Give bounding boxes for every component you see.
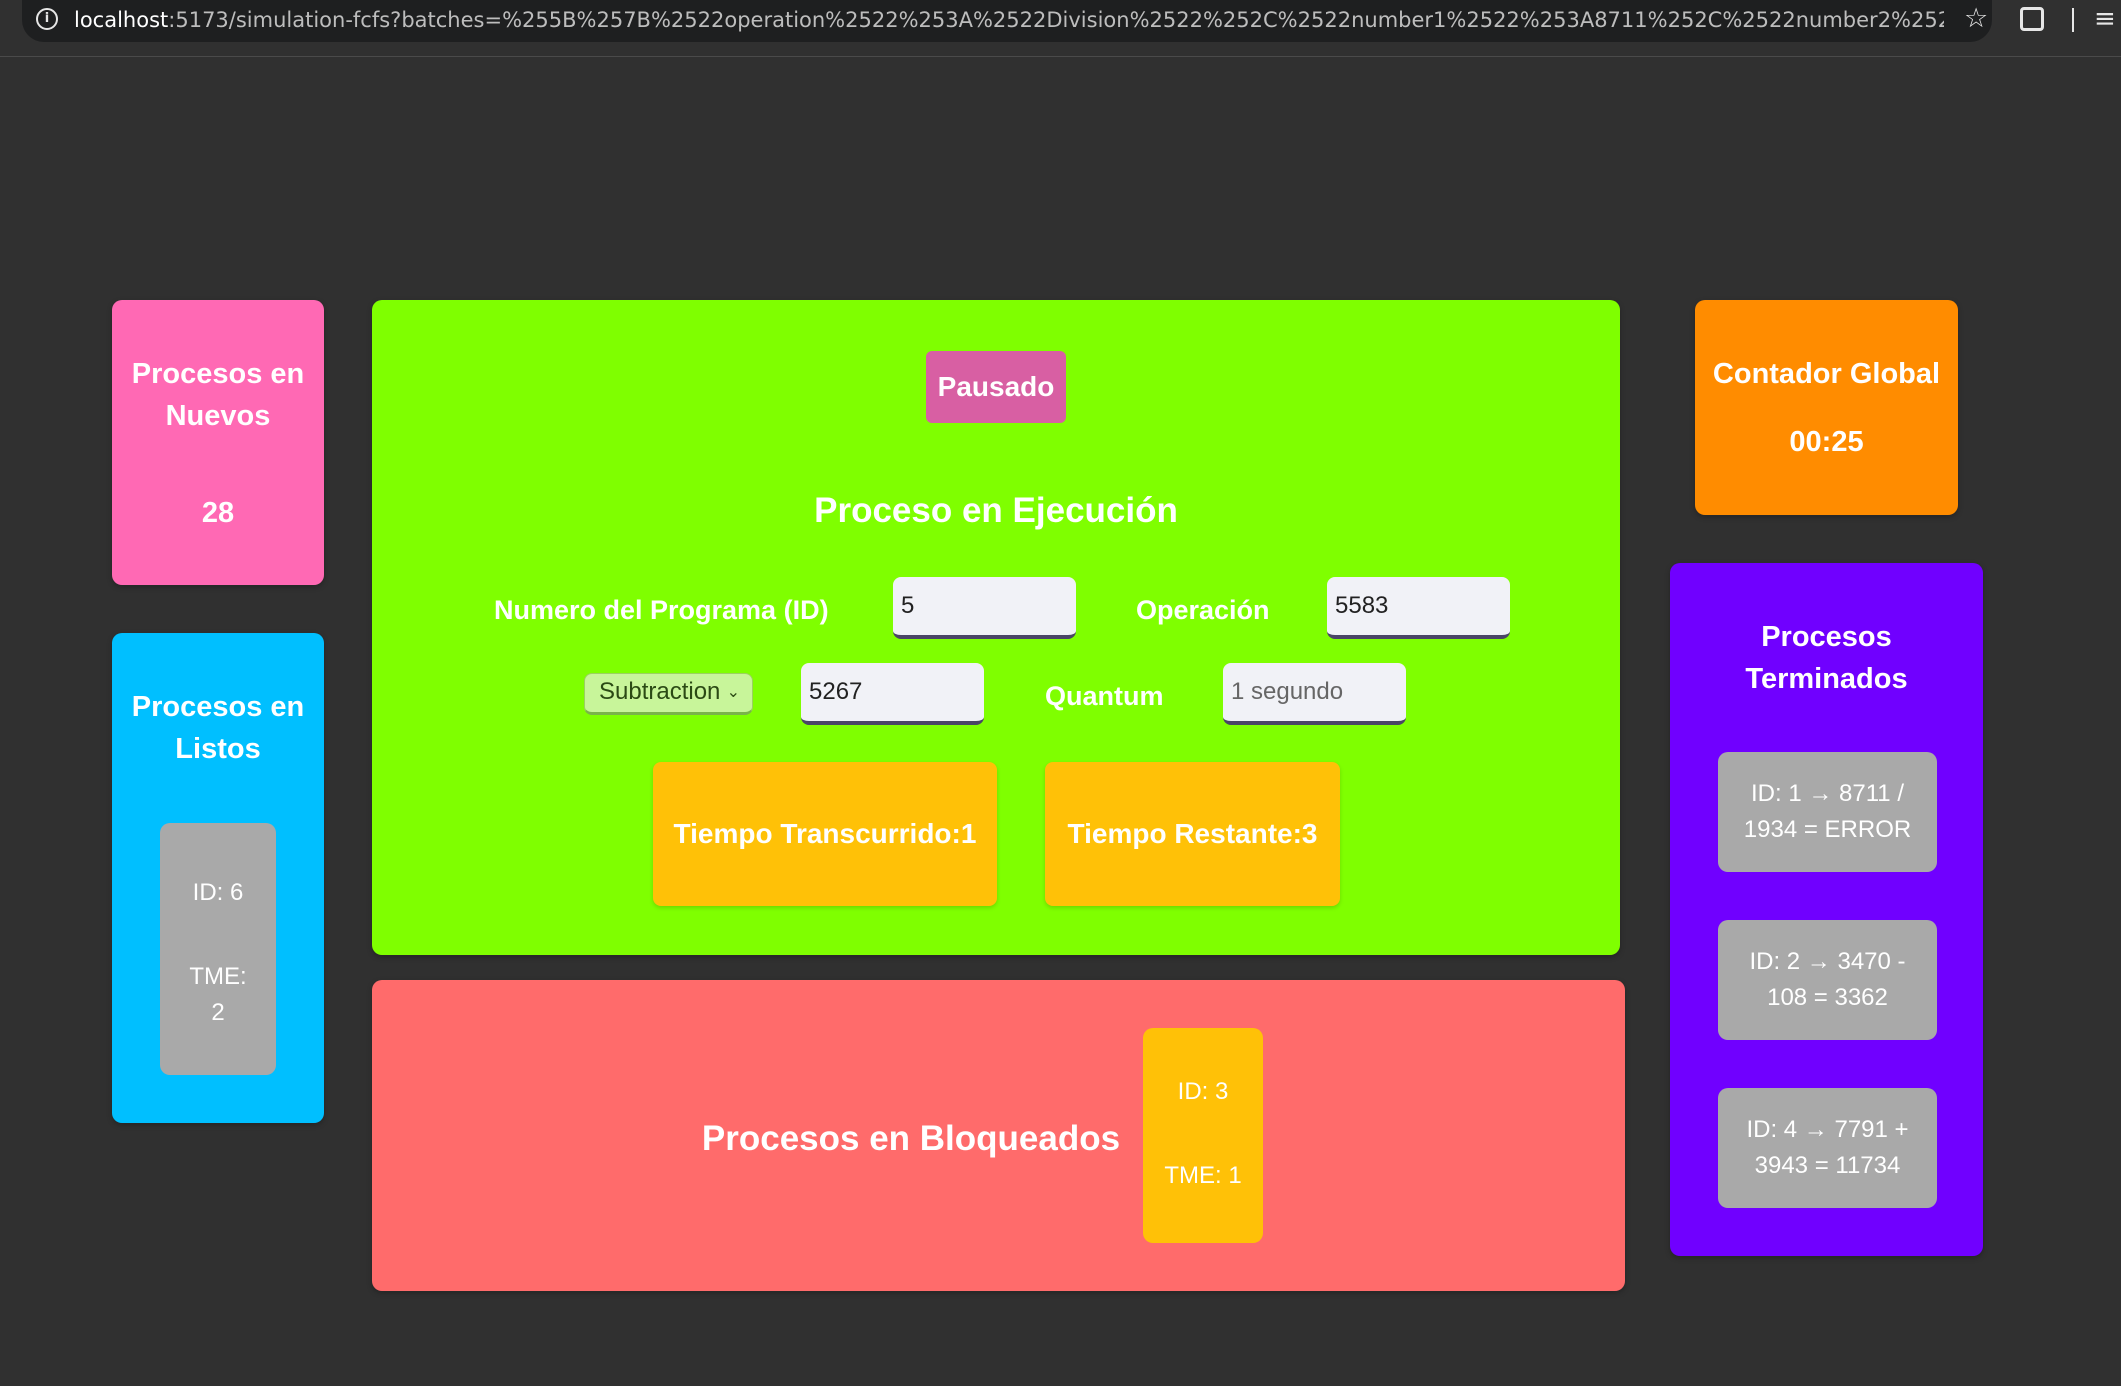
ready-process-id: ID: 6 [192,879,244,906]
url-host: localhost [74,8,169,32]
extensions-icon[interactable] [2020,7,2044,31]
blocked-processes-title: Procesos en Bloqueados [701,1119,1121,1158]
toolbar-divider [2072,8,2074,32]
finished-process-line1: ID: 4 → 7791 + [1746,1116,1909,1143]
ready-processes-panel: Procesos en Listos ID: 6 TME: 2 [112,633,324,1123]
finished-process-card: ID: 2 → 3470 - 108 = 3362 [1718,920,1937,1040]
finished-processes-panel: Procesos Terminados ID: 1 → 8711 / 1934 … [1670,563,1983,1256]
ready-processes-title: Procesos en Listos [131,691,305,765]
remaining-time-box: Tiempo Restante:3 [1045,762,1340,906]
blocked-process-card: ID: 3 TME: 1 [1143,1028,1263,1243]
finished-processes-title: Procesos Terminados [1745,621,1908,695]
chevron-down-icon: ⌄ [726,684,740,701]
quantum-label: Quantum [1045,681,1164,711]
running-process-panel: Pausado Proceso en Ejecución Numero del … [372,300,1620,955]
star-icon[interactable]: ☆ [1964,3,1988,35]
blocked-process-tme: TME: 1 [1164,1162,1242,1189]
ready-process-tme: TME: 2 [189,963,247,1026]
elapsed-time-box: Tiempo Transcurrido:1 [653,762,997,906]
blocked-process-id: ID: 3 [1177,1078,1229,1105]
new-processes-panel: Procesos en Nuevos 28 [112,300,324,585]
finished-process-card: ID: 4 → 7791 + 3943 = 11734 [1718,1088,1937,1208]
global-counter-time: 00:25 [1789,426,1864,458]
info-icon[interactable]: i [36,8,58,30]
url-text[interactable]: localhost:5173/simulation-fcfs?batches=%… [74,6,1944,34]
running-process-title: Proceso en Ejecución [814,491,1178,530]
finished-process-card: ID: 1 → 8711 / 1934 = ERROR [1718,752,1937,872]
program-id-label: Numero del Programa (ID) [494,595,829,625]
finished-process-line2: 1934 = ERROR [1743,816,1912,843]
finished-process-line2: 108 = 3362 [1767,984,1888,1011]
quantum-input[interactable] [1223,663,1406,725]
finished-process-line1: ID: 2 → 3470 - [1749,948,1906,975]
finished-process-line1: ID: 1 → 8711 / [1751,780,1904,807]
operation-select[interactable]: Subtraction ⌄ [584,673,753,715]
program-id-input[interactable] [893,577,1076,639]
operation-label: Operación [1136,595,1270,625]
global-counter-title: Contador Global [1712,358,1941,390]
media-menu-icon[interactable]: ≡ [2094,4,2116,34]
url-path: :5173/simulation-fcfs?batches=%255B%257B… [168,8,1944,32]
operation-input[interactable] [1327,577,1510,639]
browser-toolbar: i localhost:5173/simulation-fcfs?batches… [0,0,2121,57]
operation-select-value: Subtraction [599,678,721,705]
new-processes-title: Procesos en Nuevos [131,358,305,432]
pause-button[interactable]: Pausado [926,351,1066,423]
address-bar[interactable]: i localhost:5173/simulation-fcfs?batches… [22,0,1992,42]
global-counter-panel: Contador Global 00:25 [1695,300,1958,515]
new-processes-count: 28 [201,497,235,529]
ready-process-card: ID: 6 TME: 2 [160,823,276,1075]
operand-input[interactable] [801,663,984,725]
finished-process-line2: 3943 = 11734 [1754,1152,1901,1179]
blocked-processes-panel: Procesos en Bloqueados ID: 3 TME: 1 [372,980,1625,1291]
